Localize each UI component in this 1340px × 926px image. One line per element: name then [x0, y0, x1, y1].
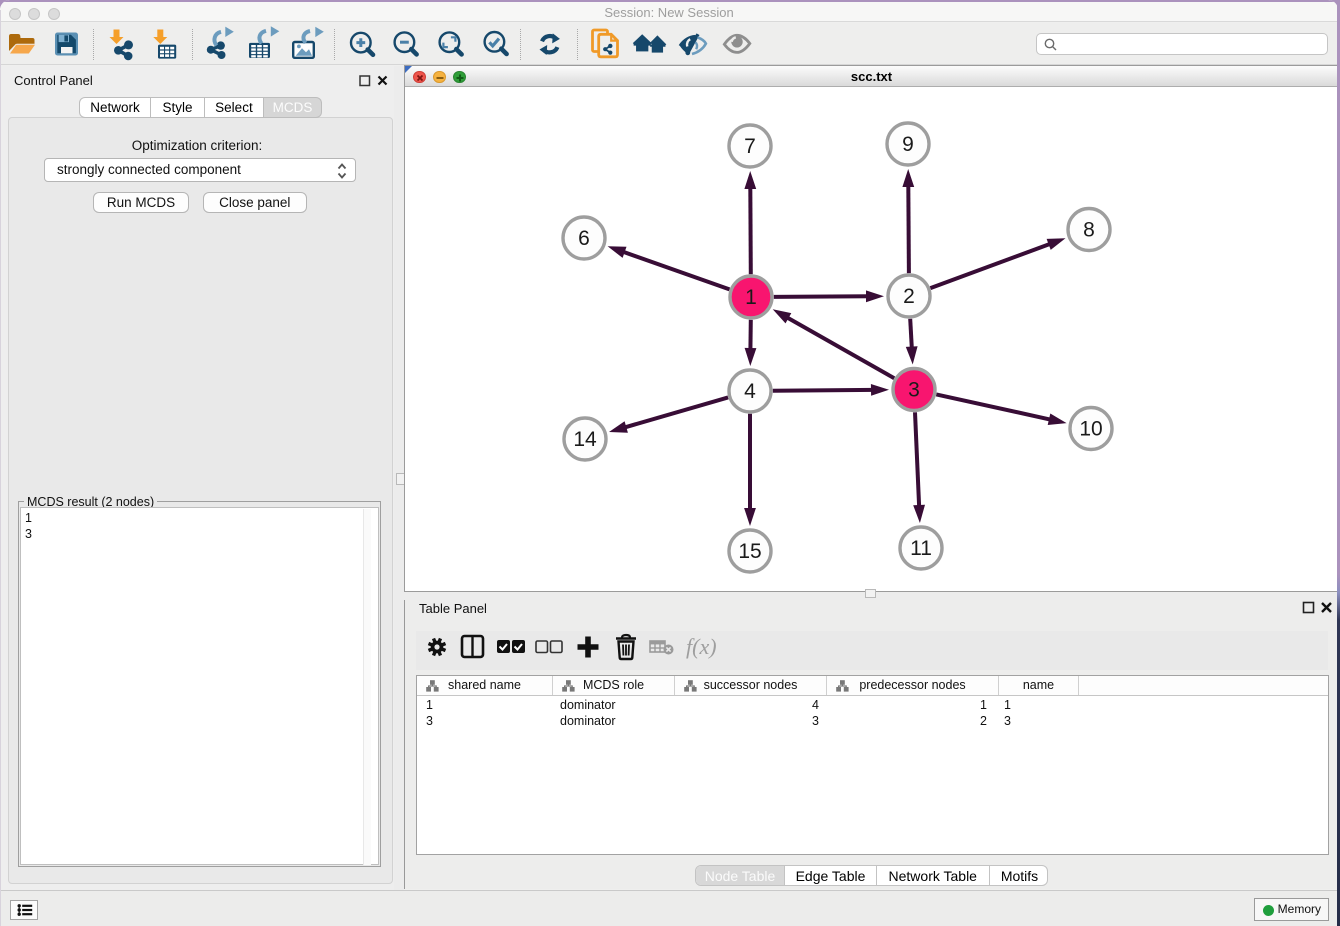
svg-text:1: 1 [745, 286, 757, 309]
svg-text:7: 7 [744, 135, 756, 158]
svg-text:10: 10 [1079, 418, 1102, 441]
svg-text:8: 8 [1083, 219, 1095, 242]
svg-text:4: 4 [744, 380, 756, 403]
svg-text:14: 14 [573, 428, 597, 451]
svg-text:11: 11 [910, 537, 932, 560]
svg-text:15: 15 [738, 540, 761, 563]
svg-text:2: 2 [903, 285, 915, 308]
svg-text:6: 6 [578, 227, 590, 250]
svg-text:9: 9 [902, 133, 914, 156]
svg-text:3: 3 [908, 379, 920, 402]
